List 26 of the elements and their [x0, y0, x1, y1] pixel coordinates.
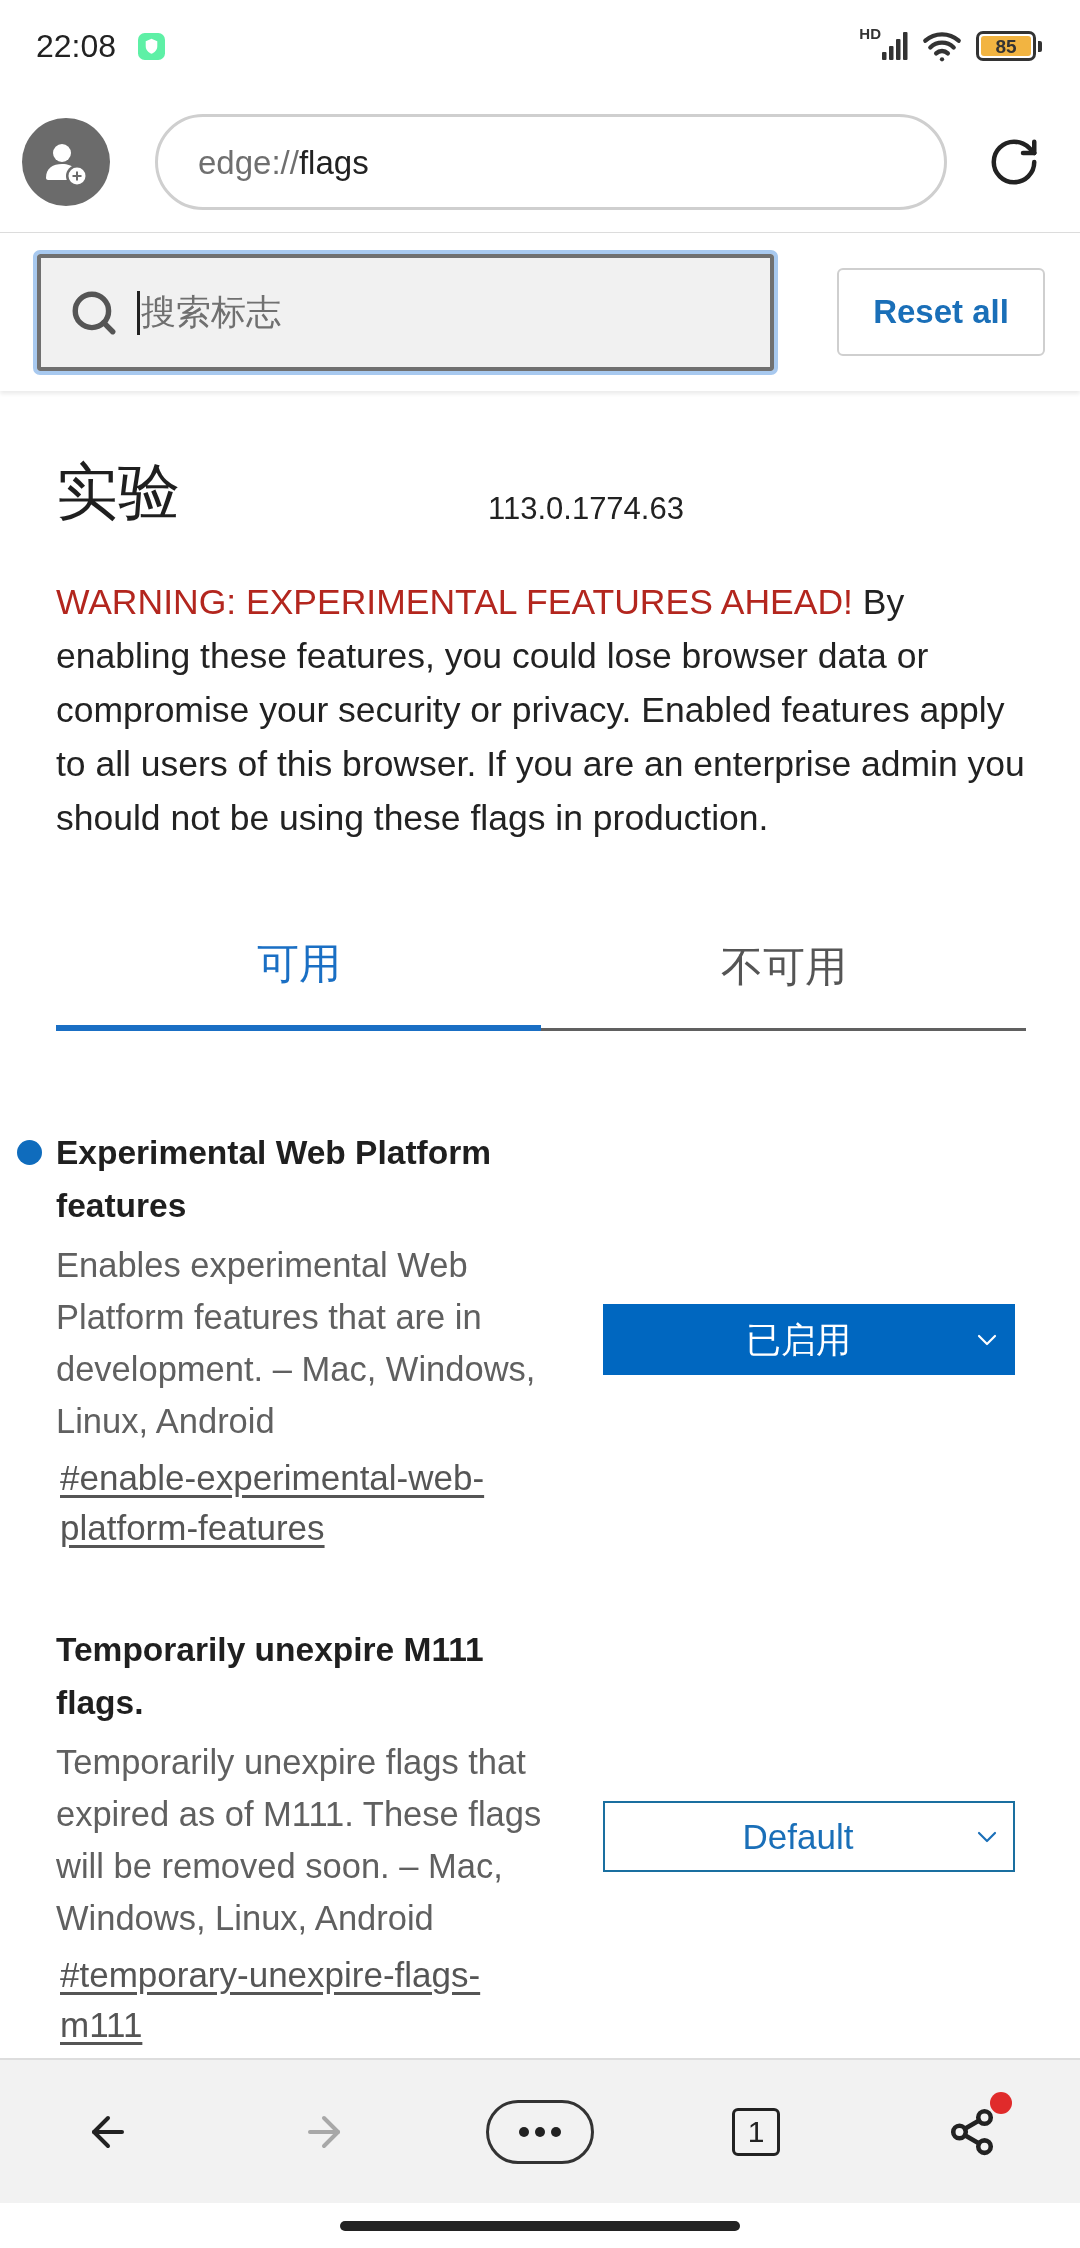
reset-all-button[interactable]: Reset all: [837, 268, 1045, 356]
flag-link[interactable]: #enable-experimental-web-platform-features: [60, 1453, 540, 1553]
profile-button[interactable]: [22, 118, 110, 206]
flag-title: Temporarily unexpire M111 flags.: [56, 1630, 485, 1723]
page-title: 实验: [56, 456, 180, 528]
tab[interactable]: 可用: [56, 939, 541, 1031]
battery-indicator: 85: [976, 31, 1042, 61]
flag-title: Experimental Web Platform features: [56, 1133, 492, 1226]
text-cursor: [137, 290, 140, 335]
person-plus-icon: [22, 118, 110, 206]
flag-select[interactable]: 已启用: [603, 1304, 1015, 1375]
flag-link[interactable]: #temporary-unexpire-flags-m111: [60, 1950, 540, 2050]
flag-description: Enables experimental Web Platform features that are in development. – Mac, Windows, Linux, Android: [56, 1245, 537, 1442]
tabs-button[interactable]: 1: [732, 2107, 780, 2156]
menu-button[interactable]: [486, 2099, 594, 2164]
tab[interactable]: 不可用: [541, 942, 1026, 1031]
flag-select[interactable]: Default: [603, 1801, 1015, 1872]
version-label: 113.0.1774.63: [488, 490, 684, 528]
status-time: 22:08: [36, 30, 117, 62]
shield-notification-icon: [138, 32, 166, 60]
more-dots-icon: [519, 2126, 561, 2137]
network-type-label: HD: [859, 26, 881, 41]
flag-description: Temporarily unexpire flags that expired as of M111. These flags will be removed soon. – Mac, Windows, Linux, Android: [56, 1742, 543, 1939]
signal-icon: [882, 32, 908, 60]
warning-paragraph: WARNING: EXPERIMENTAL FEATURES AHEAD! By enabling these features, you could lose browser data or compromise your security or privacy. Enabled features apply to all users of this browser. If you are an enterprise admin you should not be using these flags in production.: [56, 581, 1026, 840]
address-bar[interactable]: edge://flags: [155, 114, 947, 210]
